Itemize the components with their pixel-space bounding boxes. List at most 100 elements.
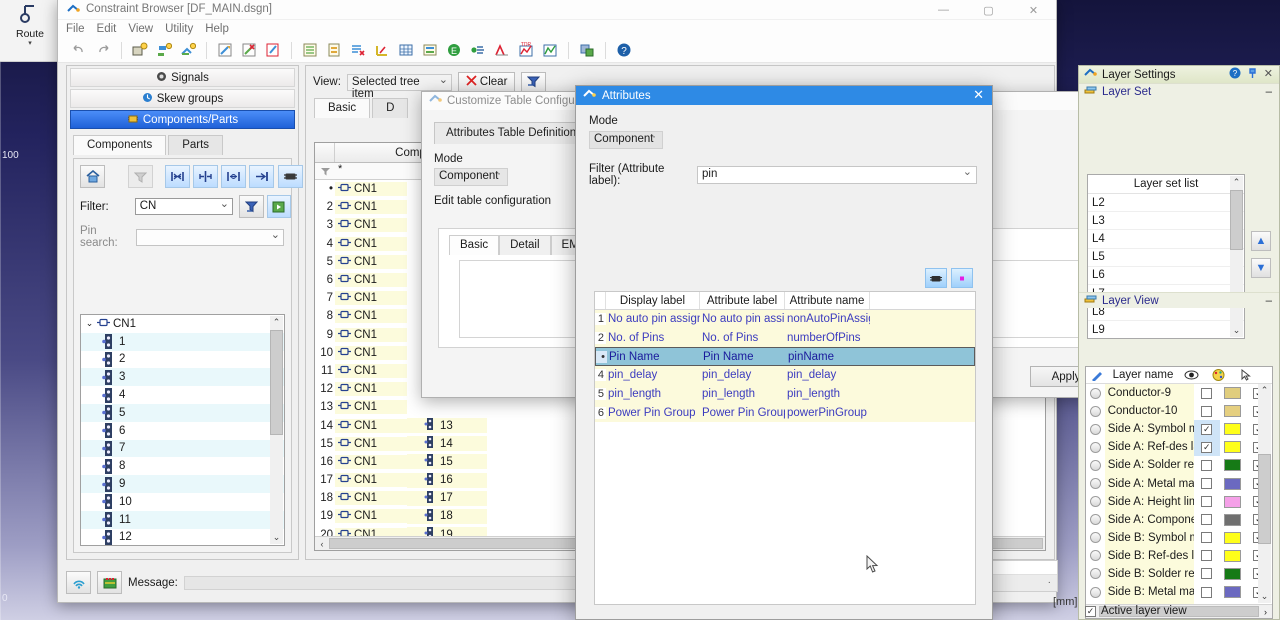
- grid-cell-pin[interactable]: 17: [407, 491, 487, 506]
- layer-set-section-header[interactable]: Layer Set –: [1079, 83, 1279, 99]
- attributes-cell-attribute-name[interactable]: pinName: [786, 351, 871, 363]
- attributes-cell-attribute-label[interactable]: Power Pin Group: [700, 407, 785, 419]
- layer-set-row[interactable]: L2: [1088, 194, 1244, 212]
- tree-scroll-up-icon[interactable]: ⌃: [270, 316, 283, 329]
- attributes-table[interactable]: Display label Attribute label Attribute …: [594, 291, 976, 605]
- table-doc-icon[interactable]: [323, 40, 345, 61]
- menu-help[interactable]: Help: [205, 23, 229, 35]
- layer-color-swatch[interactable]: [1220, 402, 1246, 420]
- layer-view-row-list[interactable]: Conductor-9✓Conductor-10✓Side A: Symbol …: [1086, 384, 1272, 619]
- layer-visible-checkbox[interactable]: ✓: [1194, 420, 1220, 438]
- menu-utility[interactable]: Utility: [165, 23, 193, 35]
- diff-pair-icon[interactable]: [371, 40, 393, 61]
- layer-set-row[interactable]: L5: [1088, 249, 1244, 267]
- tree-pin-row[interactable]: 2: [81, 351, 284, 369]
- layer-active-radio[interactable]: [1090, 478, 1101, 489]
- inner-tab-basic[interactable]: Basic: [449, 235, 499, 255]
- layer-set-row[interactable]: L6: [1088, 267, 1244, 285]
- grid-cell-pin[interactable]: 13: [407, 418, 487, 433]
- layer-view-row[interactable]: Side A: Solder resis✓: [1086, 456, 1272, 474]
- layer-visible-checkbox[interactable]: [1194, 384, 1220, 402]
- grid-cell-component[interactable]: CN1: [335, 364, 407, 378]
- layer-active-radio[interactable]: [1090, 406, 1101, 417]
- layer-color-swatch[interactable]: [1220, 583, 1246, 601]
- route-tool-button[interactable]: Route ▾: [2, 2, 58, 48]
- attributes-row-list[interactable]: 1No auto pin assignNo auto pin assignnon…: [595, 310, 975, 422]
- tree-pin-row[interactable]: 5: [81, 404, 284, 422]
- net-class-icon[interactable]: [129, 40, 151, 61]
- help-icon[interactable]: ?: [1229, 67, 1241, 82]
- grid-cell-component[interactable]: CN1: [335, 509, 407, 523]
- layer-view-row[interactable]: Side B: Solder resis✓: [1086, 565, 1272, 583]
- tree-pin-list[interactable]: 1234567891011121314151617181920212223: [81, 333, 284, 546]
- layer-set-scroll-thumb[interactable]: [1230, 190, 1243, 250]
- component-attr-icon[interactable]: [925, 268, 947, 288]
- view-select[interactable]: Selected tree item: [347, 74, 452, 91]
- filter-input[interactable]: CN: [135, 198, 233, 215]
- route-delete-icon[interactable]: [238, 40, 260, 61]
- layer-visible-checkbox[interactable]: [1194, 474, 1220, 492]
- grid-cell-component[interactable]: CN1: [335, 455, 407, 469]
- apply-filter-icon[interactable]: [239, 195, 263, 218]
- layer-active-radio[interactable]: [1090, 568, 1101, 579]
- attributes-cell-attribute-label[interactable]: pin_length: [700, 388, 785, 400]
- tree-pin-row[interactable]: 3: [81, 368, 284, 386]
- active-layer-view-checkbox[interactable]: ✓: [1085, 606, 1096, 617]
- layer-color-swatch[interactable]: [1220, 474, 1246, 492]
- attributes-cell-attribute-name[interactable]: pin_length: [785, 388, 870, 400]
- layer-set-move-up-button[interactable]: ▲: [1251, 231, 1271, 251]
- layer-color-swatch[interactable]: [1220, 384, 1246, 402]
- attributes-table-row[interactable]: 1No auto pin assignNo auto pin assignnon…: [595, 310, 975, 329]
- layer-view-row[interactable]: Conductor-10✓: [1086, 402, 1272, 420]
- tree-pin-row[interactable]: 4: [81, 386, 284, 404]
- layer-active-radio[interactable]: [1090, 532, 1101, 543]
- layer-active-radio[interactable]: [1090, 388, 1101, 399]
- layer-visible-checkbox[interactable]: [1194, 547, 1220, 565]
- grid-cell-component[interactable]: CN1: [335, 346, 407, 360]
- grid-cell-component[interactable]: CN1: [335, 182, 407, 196]
- attributes-table-row[interactable]: 6Power Pin GroupPower Pin GrouppowerPinG…: [595, 403, 975, 422]
- tab-components[interactable]: Components: [73, 135, 166, 155]
- attributes-header-attribute-label[interactable]: Attribute label: [700, 292, 785, 309]
- grid-filter-icon[interactable]: [315, 163, 335, 179]
- layer-name-column-header[interactable]: Layer name: [1108, 369, 1178, 381]
- clear-button[interactable]: Clear: [458, 72, 515, 92]
- tree-pin-row[interactable]: 9: [81, 475, 284, 493]
- layer-active-radio[interactable]: [1090, 514, 1101, 525]
- tree-pin-row[interactable]: 12: [81, 529, 284, 546]
- redo-icon[interactable]: [92, 40, 114, 61]
- grid-cell-pin[interactable]: 18: [407, 509, 487, 524]
- attributes-cell-attribute-label[interactable]: No. of Pins: [700, 332, 785, 344]
- layer-visible-checkbox[interactable]: [1194, 456, 1220, 474]
- layer-color-swatch[interactable]: [1220, 547, 1246, 565]
- grid-cell-component[interactable]: CN1: [335, 200, 407, 214]
- tree-pin-row[interactable]: 7: [81, 440, 284, 458]
- pin-swap-icon[interactable]: [165, 165, 190, 188]
- layer-active-radio[interactable]: [1090, 587, 1101, 598]
- grid-cell-component[interactable]: CN1: [335, 218, 407, 232]
- attributes-table-row[interactable]: 5pin_lengthpin_lengthpin_length: [595, 385, 975, 404]
- layer-active-radio[interactable]: [1090, 496, 1101, 507]
- tree-vscrollbar[interactable]: ⌃ ⌄: [270, 316, 283, 544]
- layer-view-row[interactable]: Side B: Metal mask✓: [1086, 583, 1272, 601]
- sort-icon[interactable]: [521, 72, 546, 92]
- tree-root-row[interactable]: ⌄ CN1: [81, 315, 284, 333]
- attributes-table-row[interactable]: •Pin NamePin NamepinName: [595, 347, 975, 366]
- table-delete-icon[interactable]: [347, 40, 369, 61]
- grid-cell-component[interactable]: CN1: [335, 328, 407, 342]
- tab-basic[interactable]: Basic: [314, 98, 370, 118]
- accordion-skew-groups[interactable]: Skew groups: [70, 89, 295, 108]
- color-attr-icon[interactable]: [951, 268, 973, 288]
- attributes-cell-display-label[interactable]: Power Pin Group: [606, 407, 700, 419]
- menu-edit[interactable]: Edit: [97, 23, 117, 35]
- layer-view-row[interactable]: Side A: Ref-des lay✓✓: [1086, 438, 1272, 456]
- grid-cell-component[interactable]: CN1: [335, 473, 407, 487]
- layer-set-list[interactable]: Layer set list L2L3L4L5L6L7L8L9 ⌃ ⌄: [1087, 174, 1245, 339]
- grid-cell-component[interactable]: CN1: [335, 382, 407, 396]
- layer-visible-checkbox[interactable]: [1194, 565, 1220, 583]
- route-edit-icon[interactable]: [214, 40, 236, 61]
- grid-cell-pin[interactable]: 14: [407, 436, 487, 451]
- pin-search-input[interactable]: [136, 229, 284, 246]
- home-icon[interactable]: [80, 165, 105, 188]
- layer-set-move-down-button[interactable]: ▼: [1251, 258, 1271, 278]
